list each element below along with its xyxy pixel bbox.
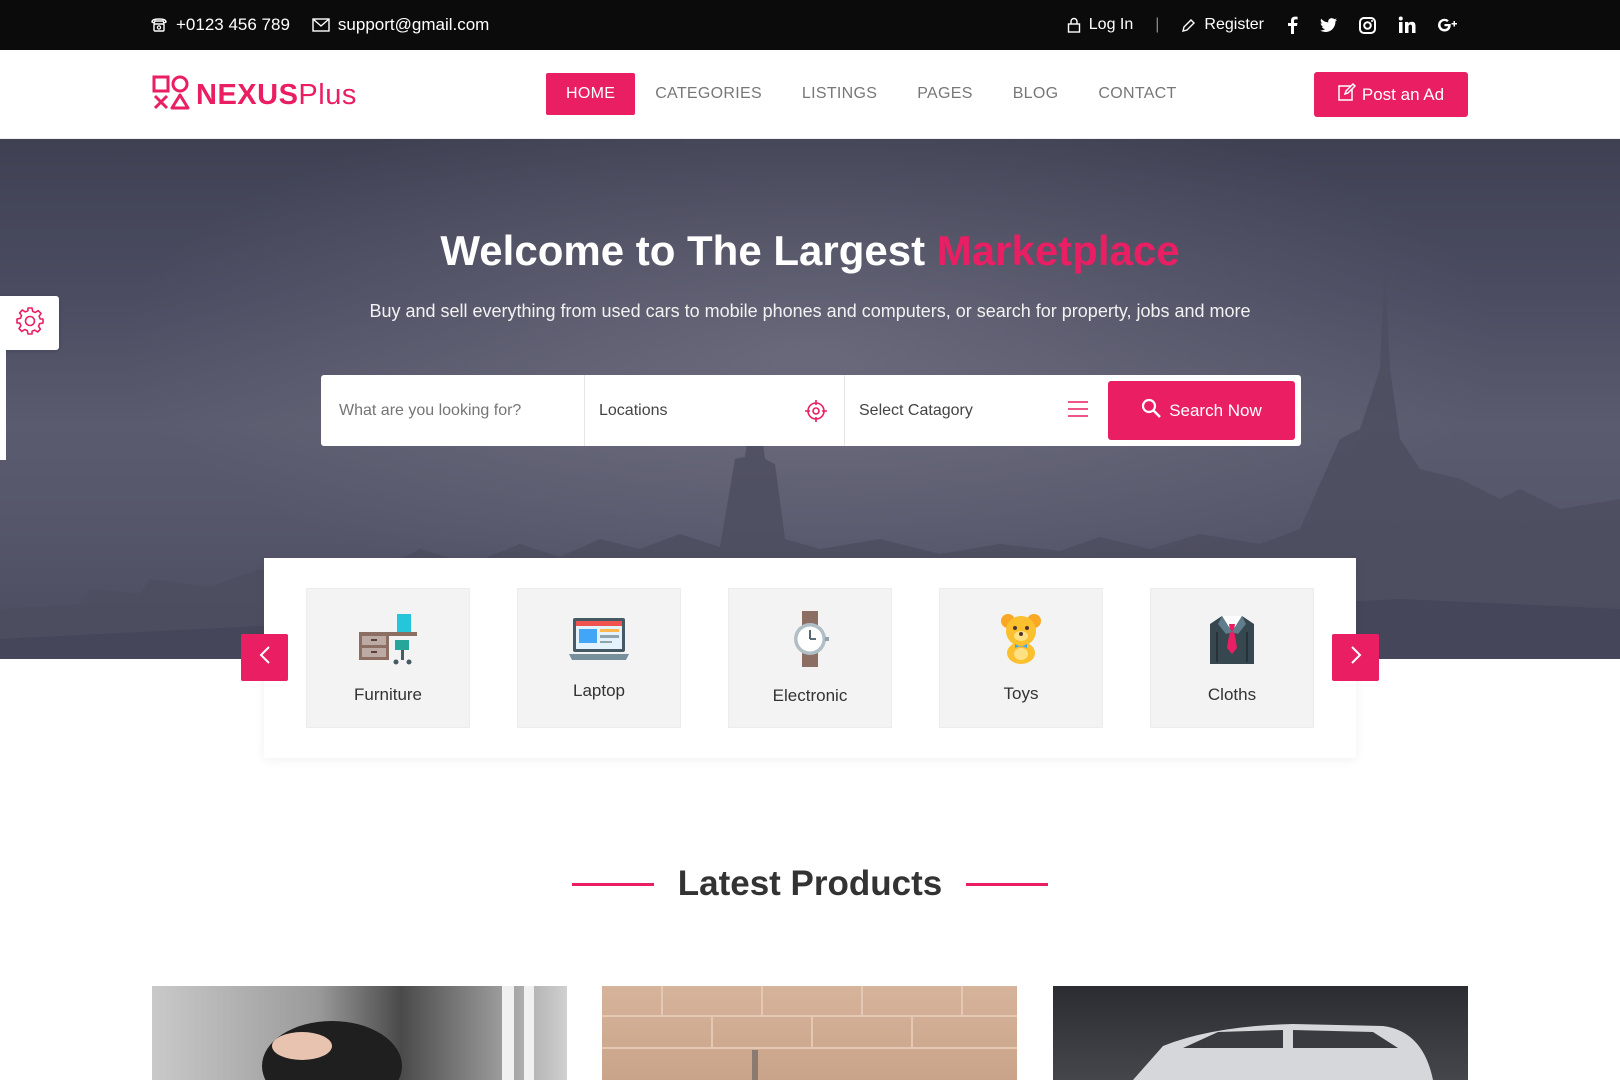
- keyword-field[interactable]: [321, 375, 585, 446]
- category-electronic[interactable]: Electronic: [728, 588, 892, 728]
- nav-categories[interactable]: CATEGORIES: [635, 73, 782, 115]
- keyword-input[interactable]: [339, 401, 569, 420]
- hero-subtitle: Buy and sell everything from used cars t…: [369, 301, 1251, 321]
- category-label: Laptop: [573, 680, 625, 700]
- product-card-kitchen[interactable]: [602, 986, 1017, 1080]
- search-now-button[interactable]: Search Now: [1108, 381, 1295, 440]
- gear-icon: [15, 306, 45, 341]
- watch-icon: [790, 610, 830, 672]
- section-title: Latest Products: [677, 864, 943, 903]
- product-card-camera[interactable]: [152, 986, 567, 1080]
- facebook-icon[interactable]: [1286, 16, 1298, 34]
- search-now-label: Search Now: [1169, 400, 1262, 420]
- location-label: Locations: [599, 401, 668, 419]
- phone-icon: [150, 17, 168, 33]
- product-card-car[interactable]: [1053, 986, 1468, 1080]
- location-field[interactable]: Locations: [585, 375, 845, 446]
- carousel-prev-button[interactable]: [241, 634, 288, 681]
- kitchen-photo: [602, 986, 1017, 1080]
- category-carousel: Furniture Laptop Electronic Toys Cloths: [264, 558, 1356, 758]
- carousel-next-button[interactable]: [1332, 634, 1379, 681]
- login-label: Log In: [1088, 16, 1134, 33]
- category-label: Furniture: [353, 684, 423, 704]
- camera-photo: [262, 986, 534, 1080]
- category-select[interactable]: Select Catagory: [845, 375, 1105, 446]
- chevron-right-icon: [1349, 645, 1363, 670]
- nav-listings[interactable]: LISTINGS: [782, 73, 897, 115]
- settings-toggle[interactable]: [0, 296, 59, 350]
- heading-divider-left: [571, 882, 654, 886]
- post-ad-label: Post an Ad: [1361, 84, 1445, 104]
- edit-icon: [1338, 82, 1356, 106]
- teddy-bear-icon: [998, 613, 1044, 670]
- category-label: Electronic: [772, 685, 848, 705]
- email-contact[interactable]: support@gmail.com: [312, 15, 489, 35]
- top-bar: +0123 456 789 support@gmail.com Log In |…: [0, 0, 1620, 50]
- phone-number: +0123 456 789: [176, 15, 290, 34]
- logo-mark-icon: [152, 75, 190, 116]
- phone-contact[interactable]: +0123 456 789: [150, 15, 290, 35]
- separator: |: [1155, 16, 1160, 33]
- category-label: Toys: [1003, 683, 1039, 703]
- hero-title: Welcome to The Largest Marketplace: [440, 227, 1180, 274]
- suit-icon: [1206, 612, 1258, 671]
- account-links: Log In | Register: [1067, 0, 1458, 50]
- google-plus-icon[interactable]: [1438, 18, 1458, 32]
- hero-title-accent: Marketplace: [936, 227, 1180, 274]
- brand-name: NEXUSPlus: [196, 79, 357, 111]
- post-ad-button[interactable]: Post an Ad: [1314, 72, 1468, 117]
- pencil-icon: [1181, 18, 1196, 33]
- email-address: support@gmail.com: [337, 15, 490, 34]
- search-icon: [1141, 398, 1162, 423]
- heading-divider-right: [966, 882, 1049, 886]
- chevron-left-icon: [258, 645, 272, 670]
- linkedin-icon[interactable]: [1398, 16, 1416, 34]
- nav-pages[interactable]: PAGES: [897, 73, 992, 115]
- main-nav: HOME CATEGORIES LISTINGS PAGES BLOG CONT…: [546, 73, 1197, 115]
- category-laptop[interactable]: Laptop: [517, 588, 681, 728]
- crosshair-icon[interactable]: [804, 399, 828, 428]
- envelope-icon: [312, 18, 330, 32]
- main-header: NEXUSPlus HOME CATEGORIES LISTINGS PAGES…: [0, 50, 1620, 139]
- contact-info: +0123 456 789 support@gmail.com: [150, 0, 489, 50]
- category-furniture[interactable]: Furniture: [306, 588, 470, 728]
- latest-products-heading: Latest Products: [0, 862, 1620, 906]
- search-bar: Locations Select Catagory Search Now: [321, 375, 1301, 446]
- lock-icon: [1067, 17, 1081, 33]
- login-link[interactable]: Log In: [1067, 16, 1133, 34]
- furniture-icon: [357, 612, 419, 671]
- brand-logo[interactable]: NEXUSPlus: [152, 75, 357, 116]
- category-cloths[interactable]: Cloths: [1150, 588, 1314, 728]
- nav-blog[interactable]: BLOG: [993, 73, 1079, 115]
- twitter-icon[interactable]: [1320, 18, 1337, 32]
- laptop-icon: [569, 616, 629, 667]
- menu-lines-icon: [1067, 399, 1089, 424]
- nav-contact[interactable]: CONTACT: [1078, 73, 1196, 115]
- car-photo: [1133, 1024, 1433, 1080]
- instagram-icon[interactable]: [1359, 16, 1376, 34]
- side-edge-line: [0, 350, 6, 460]
- category-toys[interactable]: Toys: [939, 588, 1103, 728]
- nav-home[interactable]: HOME: [546, 73, 636, 115]
- category-label: Cloths: [1207, 684, 1257, 704]
- register-label: Register: [1204, 16, 1264, 33]
- category-label: Select Catagory: [859, 401, 973, 419]
- register-link[interactable]: Register: [1181, 16, 1264, 34]
